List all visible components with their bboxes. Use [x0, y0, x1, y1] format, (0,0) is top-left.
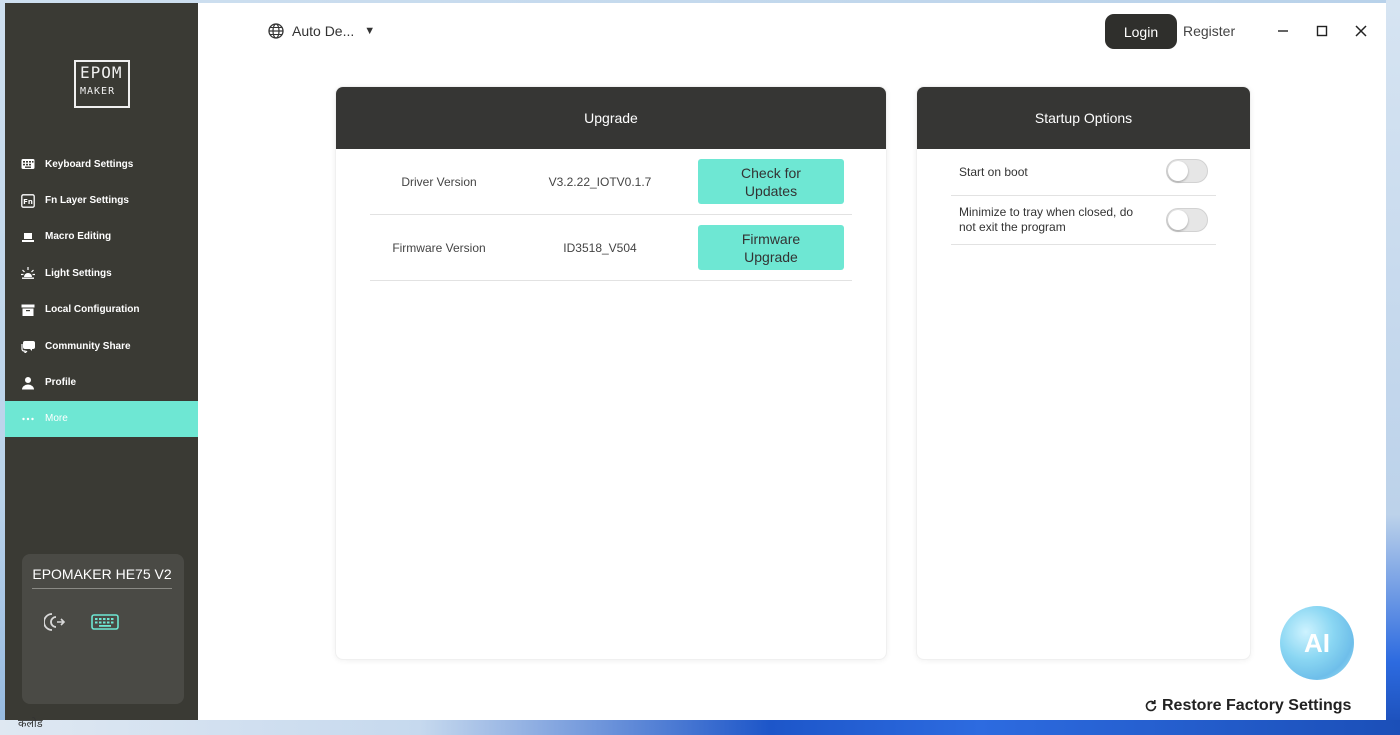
minimize-icon[interactable]	[1273, 21, 1293, 41]
fn-icon: Fn	[21, 193, 35, 208]
desktop-wallpaper-right	[1386, 0, 1400, 735]
sidebar: EPOM MAKER Keyboard Settings Fn Fn Layer…	[5, 3, 198, 720]
restore-factory-settings-label: Restore Factory Settings	[1162, 697, 1352, 714]
logo-line-2: MAKER	[80, 86, 116, 97]
main-content: Auto De... ▼ Login Register Upgrade Driv…	[198, 3, 1386, 720]
firmware-version-row: Firmware Version ID3518_V504 Firmware Up…	[370, 215, 852, 281]
keyboard-device-icon[interactable]	[90, 610, 120, 634]
driver-version-row: Driver Version V3.2.22_IOTV0.1.7 Check f…	[370, 149, 852, 215]
upgrade-panel: Upgrade Driver Version V3.2.22_IOTV0.1.7…	[335, 86, 887, 660]
sidebar-item-keyboard-settings[interactable]: Keyboard Settings	[5, 146, 198, 182]
firmware-upgrade-button[interactable]: Firmware Upgrade	[698, 225, 844, 270]
keyboard-icon	[21, 157, 35, 171]
device-card: EPOMAKER HE75 V2	[22, 554, 184, 704]
desktop-wallpaper-bottom	[0, 720, 1400, 735]
sidebar-item-label: Profile	[45, 377, 77, 389]
ai-assistant-button[interactable]: AI	[1280, 606, 1354, 680]
light-icon	[21, 266, 35, 280]
minimize-to-tray-row: Minimize to tray when closed, do not exi…	[951, 196, 1216, 245]
sidebar-item-macro-editing[interactable]: Macro Editing	[5, 219, 198, 255]
upgrade-panel-title: Upgrade	[336, 87, 886, 149]
sidebar-nav: Keyboard Settings Fn Fn Layer Settings M…	[5, 146, 198, 438]
more-icon	[21, 412, 35, 426]
sidebar-item-label: Local Configuration	[45, 304, 140, 316]
startup-options-title: Startup Options	[917, 87, 1250, 149]
wired-connection-icon[interactable]	[43, 610, 68, 634]
firmware-version-label: Firmware Version	[392, 241, 486, 255]
sidebar-item-community-share[interactable]: Community Share	[5, 328, 198, 364]
driver-version-label: Driver Version	[401, 175, 477, 189]
svg-text:Fn: Fn	[23, 198, 33, 206]
start-on-boot-toggle[interactable]	[1166, 159, 1208, 183]
minimize-to-tray-toggle[interactable]	[1166, 208, 1208, 232]
user-icon	[21, 376, 35, 390]
close-icon[interactable]	[1351, 21, 1371, 41]
sidebar-item-label: Macro Editing	[45, 231, 112, 243]
sidebar-item-label: Light Settings	[45, 267, 112, 279]
epomaker-logo: EPOM MAKER	[74, 60, 130, 108]
archive-icon	[21, 303, 35, 317]
sidebar-item-label: Keyboard Settings	[45, 158, 134, 170]
restore-factory-settings-button[interactable]: Restore Factory Settings	[1144, 697, 1351, 715]
firmware-version-value: ID3518_V504	[563, 241, 637, 255]
desktop-icon-label: कलोड	[18, 718, 43, 730]
app-window: EPOM MAKER Keyboard Settings Fn Fn Layer…	[5, 3, 1386, 720]
sidebar-item-label: More	[45, 413, 68, 425]
startup-options-panel: Startup Options Start on boot Minimize t…	[916, 86, 1251, 660]
start-on-boot-label: Start on boot	[959, 165, 1028, 179]
chat-icon	[21, 339, 35, 354]
device-name: EPOMAKER HE75 V2	[32, 566, 172, 589]
minimize-to-tray-label: Minimize to tray when closed, do not exi…	[959, 205, 1134, 234]
register-link[interactable]: Register	[1183, 23, 1235, 39]
sidebar-item-more[interactable]: More	[5, 400, 198, 438]
sidebar-item-label: Fn Layer Settings	[45, 195, 129, 207]
language-label: Auto De...	[292, 23, 355, 39]
login-button[interactable]: Login	[1105, 14, 1177, 49]
caret-down-icon: ▼	[364, 25, 376, 37]
sidebar-item-label: Community Share	[45, 340, 131, 352]
refresh-icon	[1145, 700, 1157, 712]
language-selector[interactable]: Auto De... ▼	[268, 23, 375, 39]
sidebar-item-light-settings[interactable]: Light Settings	[5, 255, 198, 291]
driver-version-value: V3.2.22_IOTV0.1.7	[548, 175, 652, 189]
start-on-boot-row: Start on boot	[951, 149, 1216, 196]
sidebar-item-local-configuration[interactable]: Local Configuration	[5, 292, 198, 328]
globe-icon	[268, 23, 284, 39]
check-for-updates-button[interactable]: Check for Updates	[698, 159, 844, 204]
macro-icon	[21, 230, 35, 244]
sidebar-item-profile[interactable]: Profile	[5, 364, 198, 400]
maximize-icon[interactable]	[1312, 21, 1332, 41]
logo-line-1: EPOM	[80, 63, 123, 82]
sidebar-item-fn-layer-settings[interactable]: Fn Fn Layer Settings	[5, 182, 198, 218]
